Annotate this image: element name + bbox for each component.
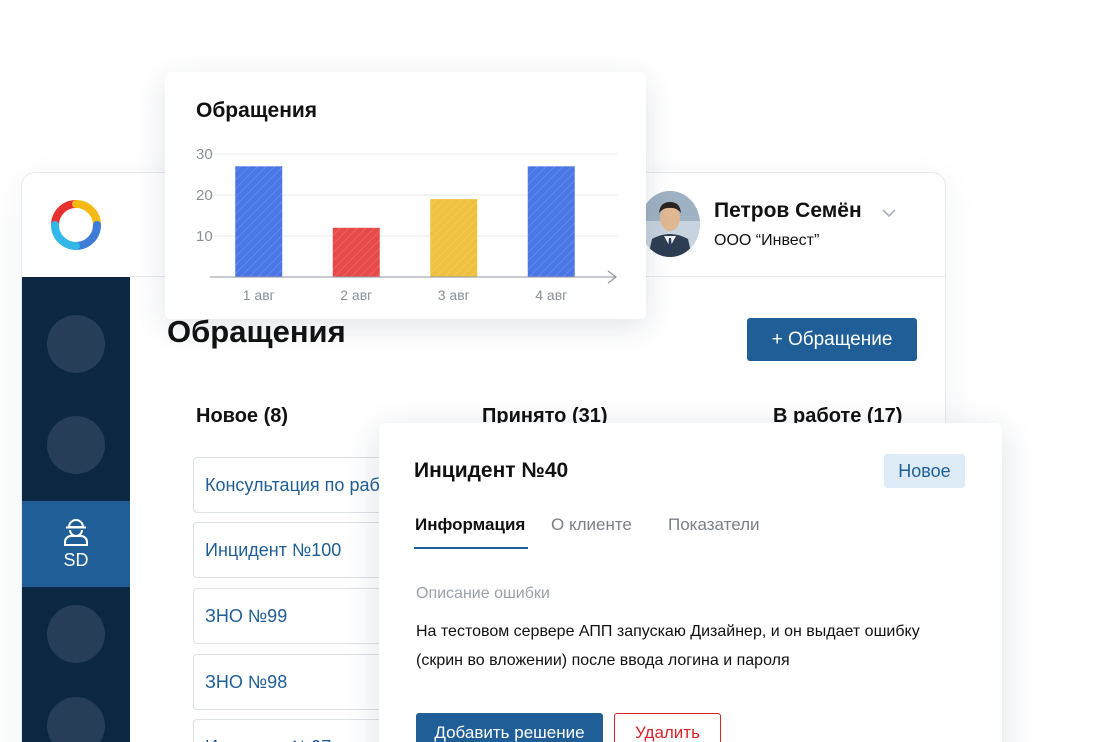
sidebar-item-sd[interactable]: SD [22,501,130,587]
incident-card: Инцидент №40 Новое Информация О клиенте … [379,423,1002,742]
tab-metrics[interactable]: Показатели [668,515,760,535]
bar-texture [235,166,283,277]
ticket-card[interactable]: Инцидент №97 [193,719,383,742]
column-new-header: Новое (8) [196,405,289,427]
bar-chart: 10 20 30 1 авг 2 авг 3 авг 4 авг [196,146,617,303]
bar-texture [430,199,478,277]
sidebar: SD [22,173,130,742]
bar-texture [332,227,380,277]
description-label: Описание ошибки [416,585,550,602]
user-photo-icon [640,191,700,257]
chart-card: Обращения 10 20 30 1 авг 2 авг 3 авг 4 авг [165,72,646,319]
user-company: ООО “Инвест” [714,231,820,249]
chevron-down-icon[interactable] [882,209,896,218]
description-text: На тестовом сервере АПП запускаю Дизайне… [416,623,920,669]
y-tick-label: 20 [196,187,213,204]
y-tick-label: 10 [196,228,213,245]
x-tick-label: 1 авг [243,287,275,303]
add-solution-button[interactable]: Добавить решение [416,713,603,742]
avatar [640,191,700,257]
x-tick-label: 2 авг [340,287,372,303]
user-menu[interactable]: Петров Семён ООО “Инвест” [640,191,862,257]
sidebar-item-2[interactable] [47,416,105,474]
logo-icon [51,200,101,250]
sidebar-item-3[interactable] [47,605,105,663]
tab-information[interactable]: Информация [415,515,525,535]
x-tick-label: 3 авг [438,287,470,303]
ticket-card[interactable]: ЗНО №99 [193,588,383,644]
user-name: Петров Семён [714,198,862,222]
ticket-card[interactable]: Консультация по работе [193,457,383,513]
x-tick-label: 4 авг [535,287,567,303]
page-title: Обращения [167,314,346,349]
ticket-card[interactable]: ЗНО №98 [193,654,383,710]
support-engineer-icon [64,519,88,546]
ticket-card[interactable]: Инцидент №100 [193,522,383,578]
status-badge: Новое [884,454,965,488]
bar-texture [527,166,575,277]
tab-client[interactable]: О клиенте [551,515,632,535]
add-request-button[interactable]: + Обращение [747,318,917,361]
logo[interactable] [22,173,130,277]
active-tab-indicator [414,547,528,549]
incident-title: Инцидент №40 [414,459,569,482]
sidebar-item-label: SD [63,550,89,570]
sidebar-item-1[interactable] [47,315,105,373]
y-tick-label: 30 [196,146,213,163]
delete-button[interactable]: Удалить [614,713,721,742]
